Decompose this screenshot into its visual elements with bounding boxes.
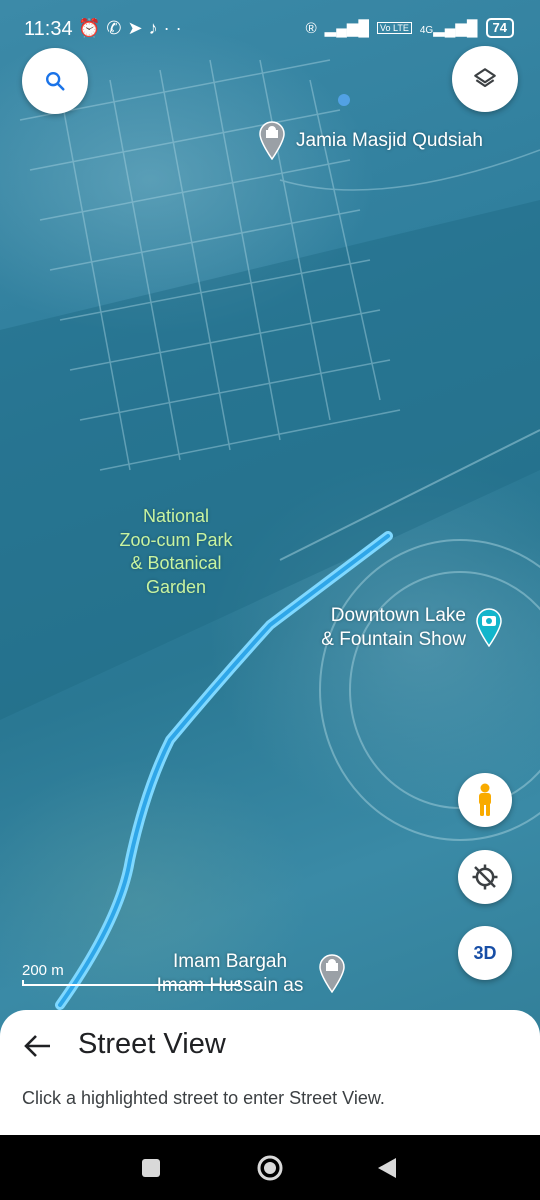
mosque-pin-icon [319,954,345,993]
sheet-description: Click a highlighted street to enter Stre… [22,1088,385,1108]
status-right-icons: ® ▂▄▆█ Vo LTE 4G▂▄▆█ 74 [306,18,514,38]
back-arrow-icon[interactable] [22,1032,58,1060]
location-dot [338,94,350,106]
more-dots-icon: ·· [163,18,188,38]
my-location-off-icon [472,864,498,890]
layers-button[interactable] [452,46,518,112]
sheet-title: Street View [78,1028,226,1060]
park-label[interactable]: National Zoo-cum Park & Botanical Garden [112,505,240,599]
3d-button[interactable]: 3D [458,926,512,980]
alarm-icon: ⏰ [78,18,107,38]
system-nav-bar [0,1135,540,1200]
whatsapp-icon: ✆ [106,18,128,38]
search-button[interactable] [22,48,88,114]
camera-pin-icon [476,608,502,647]
4g-signal-icon: 4G▂▄▆█ [419,20,478,37]
pegman-button[interactable] [458,773,512,827]
volte-icon: Vo LTE [377,22,412,34]
park-label-line-1: National [142,506,210,526]
notification-icons: ⏰✆➤♪·· [78,18,188,39]
imam-label-line-2: Imam Hussain as [156,975,304,996]
park-label-line-3: & Botanical [130,553,222,573]
pegman-icon [479,783,491,816]
registered-icon: ® [305,19,317,37]
home-circle-icon[interactable] [256,1154,284,1182]
battery-icon: 74 [485,18,514,38]
scale-bar [22,980,240,986]
status-time: 11:34 [24,18,73,40]
telegram-icon: ➤ [127,18,149,38]
back-triangle-icon[interactable] [376,1156,398,1180]
downtown-label-line-1: Downtown Lake [330,605,466,626]
signal-icon: ▂▄▆█ [324,20,369,37]
imam-label-line-1: Imam Bargah [172,951,288,972]
recents-square-icon[interactable] [140,1157,162,1179]
park-label-line-4: Garden [145,576,207,597]
my-location-button[interactable] [458,850,512,904]
map-view[interactable]: Jamia Masjid Qudsiah National Zoo-cum Pa… [0,0,540,1135]
place-label-jamia: Jamia Masjid Qudsiah [296,130,483,151]
park-label-line-2: Zoo-cum Park [119,529,233,550]
street-view-sheet: Street View Click a highlighted street t… [0,1010,540,1135]
layers-icon [474,68,496,88]
downtown-label-line-2: & Fountain Show [321,629,466,650]
search-icon [46,72,65,91]
scale-label: 200 m [22,962,64,979]
status-bar: 11:34 ⏰✆➤♪·· ® ▂▄▆█ Vo LTE 4G▂▄▆█ 74 [0,0,540,60]
mosque-pin-icon [259,121,285,160]
tiktok-icon: ♪ [148,18,164,38]
